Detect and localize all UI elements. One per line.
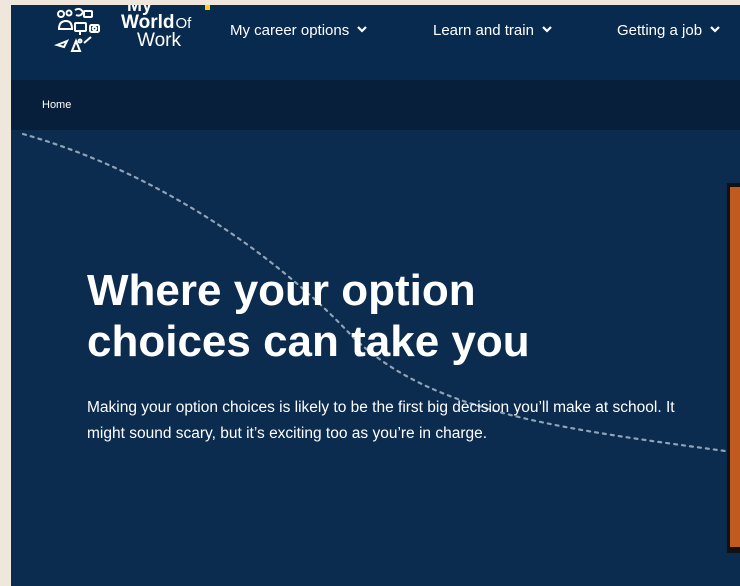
nav-item-label: Learn and train	[433, 22, 534, 39]
chevron-down-icon	[542, 26, 552, 33]
logo-icons	[53, 7, 100, 52]
page-title: Where your option choices can take you	[87, 266, 530, 366]
hero-description: Making your option choices is likely to …	[87, 399, 675, 442]
chevron-down-icon	[710, 26, 720, 33]
logo-wordmark: My WorldOf Work	[121, 5, 191, 51]
page-frame: My WorldOf Work My career options Learn …	[11, 5, 740, 586]
nav-item-career-options[interactable]: My career options	[230, 22, 367, 39]
side-card-fill	[730, 187, 740, 547]
logo-work: Work	[137, 30, 181, 51]
nav-item-getting-a-job[interactable]: Getting a job	[617, 22, 720, 39]
nav-item-label: My career options	[230, 22, 350, 39]
chevron-down-icon	[357, 26, 367, 33]
breadcrumb-home-link[interactable]: Home	[42, 99, 71, 111]
hero-section: Where your option choices can take you M…	[11, 130, 740, 586]
side-card-edge	[727, 183, 740, 553]
top-navigation: My WorldOf Work My career options Learn …	[11, 5, 740, 80]
site-logo[interactable]: My WorldOf Work	[53, 5, 203, 65]
accent-marker	[205, 5, 210, 10]
nav-item-learn-and-train[interactable]: Learn and train	[433, 22, 552, 39]
nav-item-label: Getting a job	[617, 22, 703, 39]
breadcrumb: Home	[11, 80, 740, 130]
